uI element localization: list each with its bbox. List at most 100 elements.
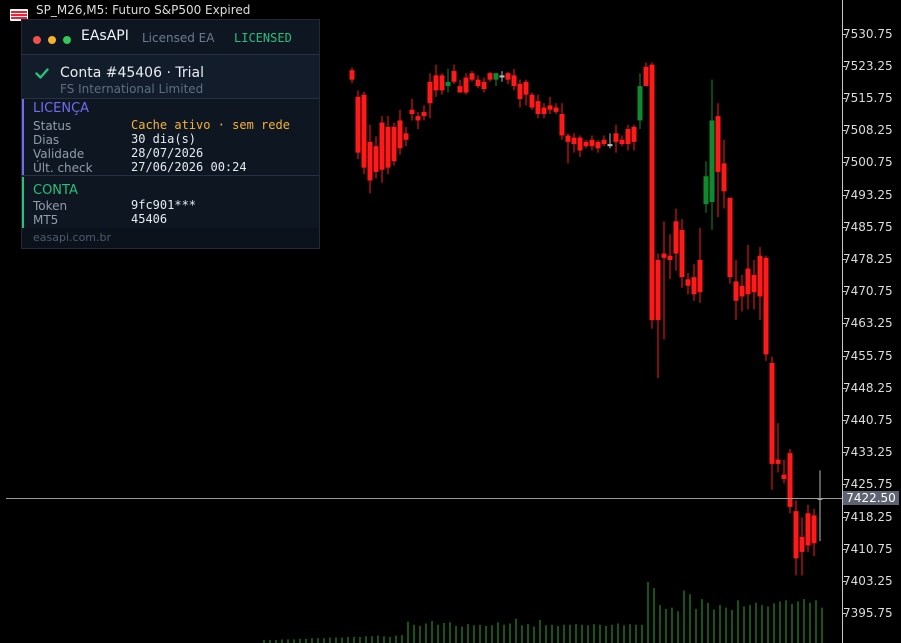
current-price-line (6, 498, 842, 499)
candle-body (427, 81, 433, 104)
chart-title: SP_M26,M5: Futuro S&P500 Expired (36, 3, 251, 17)
account-token-value: 9fc901*** (131, 198, 197, 212)
license-status-value: Cache ativo · sem rede (131, 118, 290, 132)
candle-body (589, 139, 595, 147)
price-tick-label: 7523.25 (843, 58, 893, 73)
candle-body (445, 81, 451, 87)
price-tick-mark (842, 548, 846, 550)
candle-body (661, 253, 667, 258)
candle-body (697, 259, 703, 293)
license-days-label: Dias (33, 133, 60, 147)
candle-body (643, 66, 649, 87)
candle-body (493, 73, 499, 80)
candle-body (613, 133, 619, 142)
candle-body (355, 96, 361, 153)
candle-body (391, 126, 397, 162)
price-tick-label: 7485.75 (843, 219, 893, 234)
candle-body (433, 75, 439, 91)
price-tick-label: 7500.75 (843, 155, 893, 170)
price-tick-mark (842, 291, 846, 293)
price-tick-label: 7403.25 (843, 573, 893, 588)
candle-body (649, 64, 655, 321)
price-tick-mark (842, 387, 846, 389)
candle-body (475, 79, 481, 87)
candle-body (565, 135, 571, 142)
candle-body (745, 268, 751, 295)
candle-body (547, 105, 553, 110)
price-tick-label: 7508.25 (843, 123, 893, 138)
candle-body (439, 75, 445, 91)
candle-body (739, 285, 745, 297)
candle-body (595, 141, 601, 149)
candle-body (571, 137, 577, 145)
candle-body (601, 139, 607, 145)
price-tick-mark (842, 65, 846, 67)
candle-body (781, 474, 787, 479)
license-status-label: Status (33, 119, 72, 133)
panel-footer-link[interactable]: easapi.com.br (33, 231, 111, 244)
license-lastcheck-value: 27/06/2026 00:24 (131, 160, 247, 174)
candle-body (763, 257, 769, 355)
candle-body (757, 255, 763, 297)
price-tick-label: 7478.25 (843, 251, 893, 266)
candle-body (511, 75, 517, 87)
candle-body (667, 255, 673, 260)
candle-body (715, 116, 721, 172)
candle-body (769, 363, 775, 464)
price-tick-mark (842, 484, 846, 486)
check-icon (35, 68, 49, 79)
dot-green-icon (63, 36, 71, 44)
candle-body (655, 259, 661, 321)
candle-body (583, 141, 589, 147)
candle-body (811, 515, 817, 544)
candle-body (505, 73, 511, 80)
candle-body (349, 70, 355, 80)
candle-body (709, 120, 715, 203)
account-section: CONTA Token 9fc901*** MT5 45406 (22, 177, 319, 229)
price-tick-label: 7425.75 (843, 477, 893, 492)
license-expiry-label: Validade (33, 147, 85, 161)
candle-body (631, 126, 637, 142)
candle-body (805, 513, 811, 546)
panel-footer: easapi.com.br (22, 228, 319, 248)
candle-body (481, 81, 487, 90)
candle-body (403, 133, 409, 140)
candle-body (721, 163, 727, 192)
candle-body (793, 511, 799, 559)
candle-body (775, 459, 781, 464)
candle-body (607, 144, 613, 147)
price-tick-label: 7470.75 (843, 284, 893, 299)
candle-body (733, 281, 739, 301)
price-tick-mark (842, 33, 846, 35)
price-tick-label: 7440.75 (843, 412, 893, 427)
candle-body (559, 114, 565, 136)
candle-body (469, 73, 475, 80)
account-mt5-value: 45406 (131, 212, 168, 226)
account-title: Conta #45406 · Trial (60, 65, 204, 81)
price-tick-mark (842, 580, 846, 582)
candle-body (691, 277, 697, 295)
candle-body (685, 279, 691, 286)
price-tick-label: 7455.75 (843, 348, 893, 363)
candle-body (367, 141, 373, 181)
candle-body (397, 120, 403, 149)
candle-body (523, 81, 529, 95)
price-tick-mark (842, 97, 846, 99)
price-tick-label: 7493.25 (843, 187, 893, 202)
account-company: FS International Limited (60, 82, 204, 96)
candle-body (517, 83, 523, 99)
price-tick-mark (842, 419, 846, 421)
candle-body (409, 109, 415, 114)
candle-body (625, 129, 631, 145)
candle-body (487, 73, 493, 80)
panel-brand: EAsAPI (81, 28, 129, 44)
candle-body (577, 137, 583, 151)
price-tick-mark (842, 355, 846, 357)
price-tick-mark (842, 323, 846, 325)
price-tick-label: 7433.25 (843, 445, 893, 460)
candle-body (799, 536, 805, 552)
price-tick-label: 7448.25 (843, 380, 893, 395)
candle-body (619, 139, 625, 145)
candle-body (385, 126, 391, 168)
account-token-label: Token (33, 199, 68, 213)
